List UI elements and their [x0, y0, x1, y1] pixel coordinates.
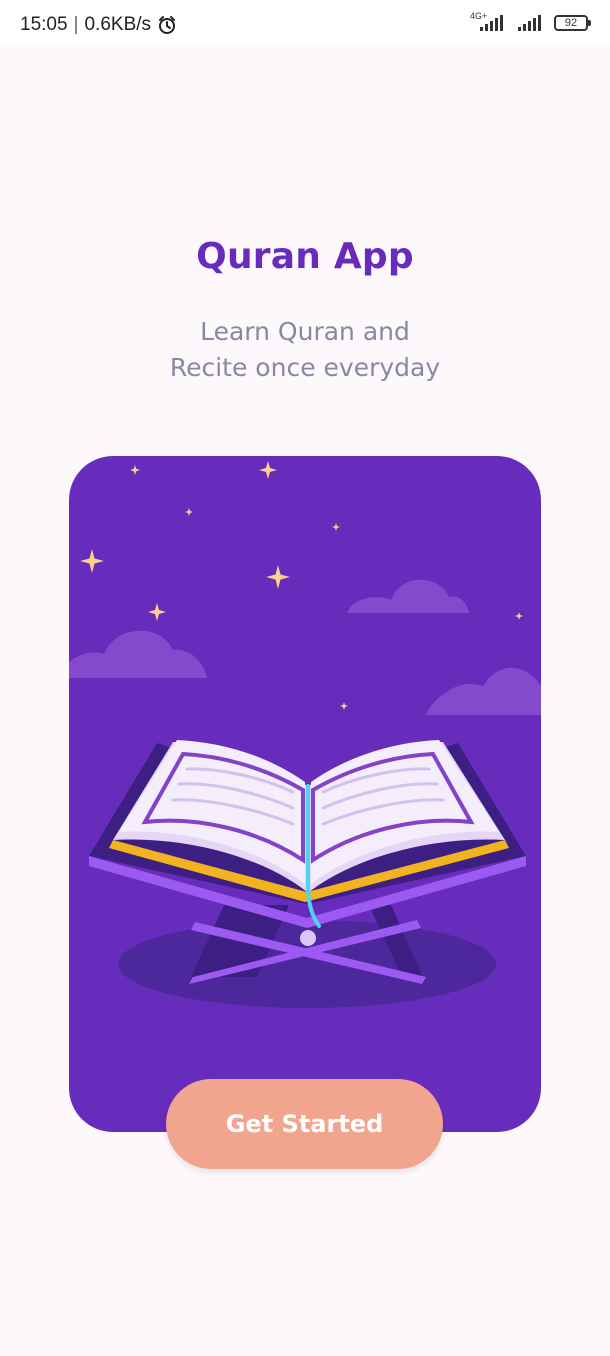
- star-icon: [266, 565, 290, 589]
- star-icon: [80, 549, 104, 573]
- status-left: 15:05 | 0.6KB/s: [20, 14, 177, 36]
- star-icon: [259, 461, 277, 479]
- onboarding-screen: 15:05 | 0.6KB/s 4G+ 92 Quran App Learn Q…: [0, 0, 610, 1356]
- signal-4g-icon: 4G+: [470, 11, 506, 32]
- alarm-icon: [157, 15, 177, 35]
- status-time: 15:05: [20, 14, 68, 35]
- subtitle-line-1: Learn Quran and: [200, 317, 410, 346]
- star-icon: [130, 465, 140, 475]
- star-icon: [332, 523, 340, 531]
- cloud-shape: [347, 579, 469, 613]
- signal-icon: [516, 14, 544, 32]
- star-icon: [148, 603, 166, 621]
- quran-illustration: [69, 461, 541, 1008]
- subtitle-line-2: Recite once everyday: [169, 353, 441, 382]
- star-icon: [515, 612, 523, 620]
- cloud-shape: [69, 630, 207, 678]
- cloud-shape: [426, 667, 541, 715]
- status-bar: 15:05 | 0.6KB/s 4G+ 92: [0, 0, 610, 44]
- get-started-button[interactable]: Get Started: [166, 1079, 443, 1169]
- star-icon: [340, 702, 348, 710]
- app-subtitle: Learn Quran and Recite once everyday: [0, 314, 610, 386]
- network-speed: 0.6KB/s: [84, 14, 152, 35]
- battery-icon: 92: [554, 15, 591, 31]
- status-separator: |: [73, 14, 79, 35]
- app-title: Quran App: [196, 236, 414, 277]
- star-icon: [185, 508, 193, 516]
- status-right: 4G+ 92: [470, 11, 591, 32]
- clouds: [69, 579, 541, 715]
- illustration-card: [69, 456, 541, 1132]
